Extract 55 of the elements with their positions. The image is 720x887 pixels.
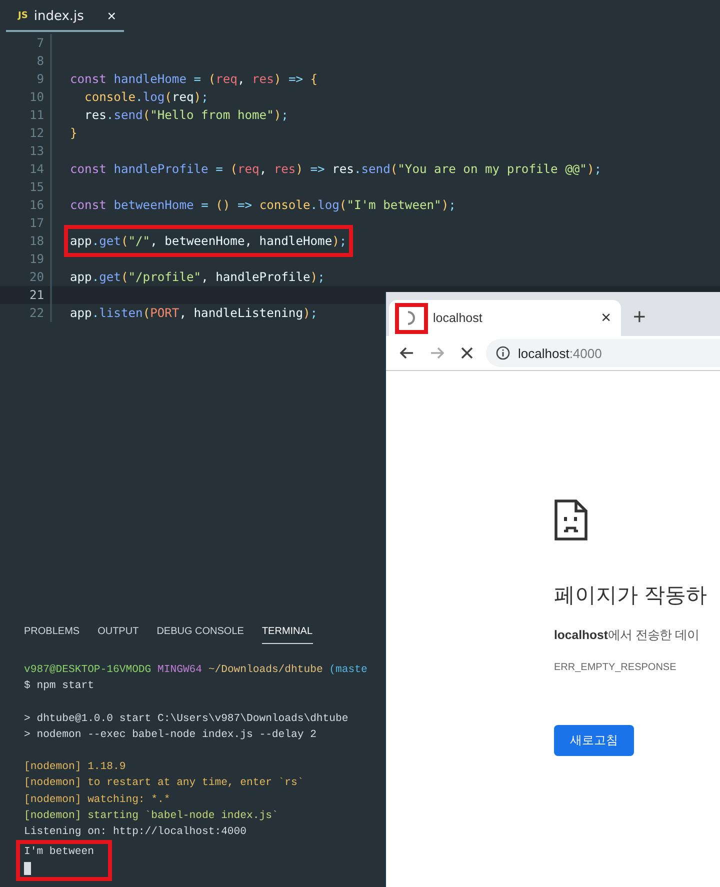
error-message: localhost에서 전송한 데이 [554,627,700,644]
highlight-box [395,303,428,334]
line-number: 7 [0,34,52,52]
code-text: } [69,125,78,142]
line-number: 16 [0,196,52,214]
code-text: console.log(req); [84,89,208,106]
panel-tab[interactable]: TERMINAL [262,620,312,644]
terminal-line: [nodemon] watching: *.* [24,792,170,808]
terminal-line: $ npm start [24,679,94,694]
line-number: 11 [0,106,52,124]
panel-tab[interactable]: OUTPUT [98,620,139,644]
reload-button[interactable]: 새로고침 [554,725,634,756]
terminal-line: I'm between [24,845,94,860]
code-text: app.listen(PORT, handleListening); [69,305,318,322]
js-file-icon: JS [18,11,28,21]
code-text: const handleHome = (req, res) => { [69,71,318,88]
line-number: 22 [0,304,52,322]
browser-tab[interactable]: localhost × [389,300,621,336]
code-text: const handleProfile = (req, res) => res.send("You are on my profile @@"); [69,161,602,178]
panel-tab[interactable]: PROBLEMS [24,620,80,644]
line-number: 17 [0,214,52,232]
close-button[interactable]: × [601,308,611,328]
terminal-cursor [24,862,31,876]
line-number: 19 [0,250,52,268]
editor-tab[interactable]: JS index.js × [6,2,124,32]
code-text: res.send("Hello from home"); [84,107,288,124]
new-tab-button[interactable]: + [633,304,646,330]
sad-page-icon [554,499,588,541]
terminal-line: [nodemon] starting `babel-node index.js` [24,808,278,824]
close-button[interactable]: × [107,8,116,24]
line-number: 13 [0,142,52,160]
terminal-line: v987@DESKTOP-16VMODG MINGW64 ~/Downloads/dhtube (maste [24,663,368,678]
terminal-line: > dhtube@1.0.0 start C:\Users\v987\Downloads\dhtube [24,712,348,727]
line-number: 18 [0,232,52,250]
tab-title: localhost [433,311,482,325]
highlighted-code: app.get("/", betweenHome, handleHome); [64,225,353,257]
terminal-line: [nodemon] to restart at any time, enter `rs` [24,776,304,792]
line-number: 12 [0,124,52,142]
terminal-line: Listening on: http://localhost:4000 [24,824,247,840]
error-code: ERR_EMPTY_RESPONSE [554,662,678,673]
terminal-line: [nodemon] 1.18.9 [24,760,126,776]
info-icon[interactable] [496,346,510,360]
panel-tab[interactable]: DEBUG CONSOLE [156,620,244,644]
code-text: const betweenHome = () => console.log("I'm between"); [69,197,456,214]
line-number: 14 [0,160,52,178]
address-bar[interactable]: localhost:4000 [486,339,720,367]
tab-title: index.js [34,8,84,24]
line-number: 15 [0,178,52,196]
line-number: 21 [0,286,52,304]
line-number: 9 [0,70,52,88]
error-heading: 페이지가 작동하 [554,583,708,609]
code-text: app.get("/profile", handleProfile); [69,269,325,286]
line-number: 10 [0,88,52,106]
line-number: 8 [0,52,52,70]
terminal-line: > nodemon --exec babel-node index.js --delay 2 [24,728,316,743]
